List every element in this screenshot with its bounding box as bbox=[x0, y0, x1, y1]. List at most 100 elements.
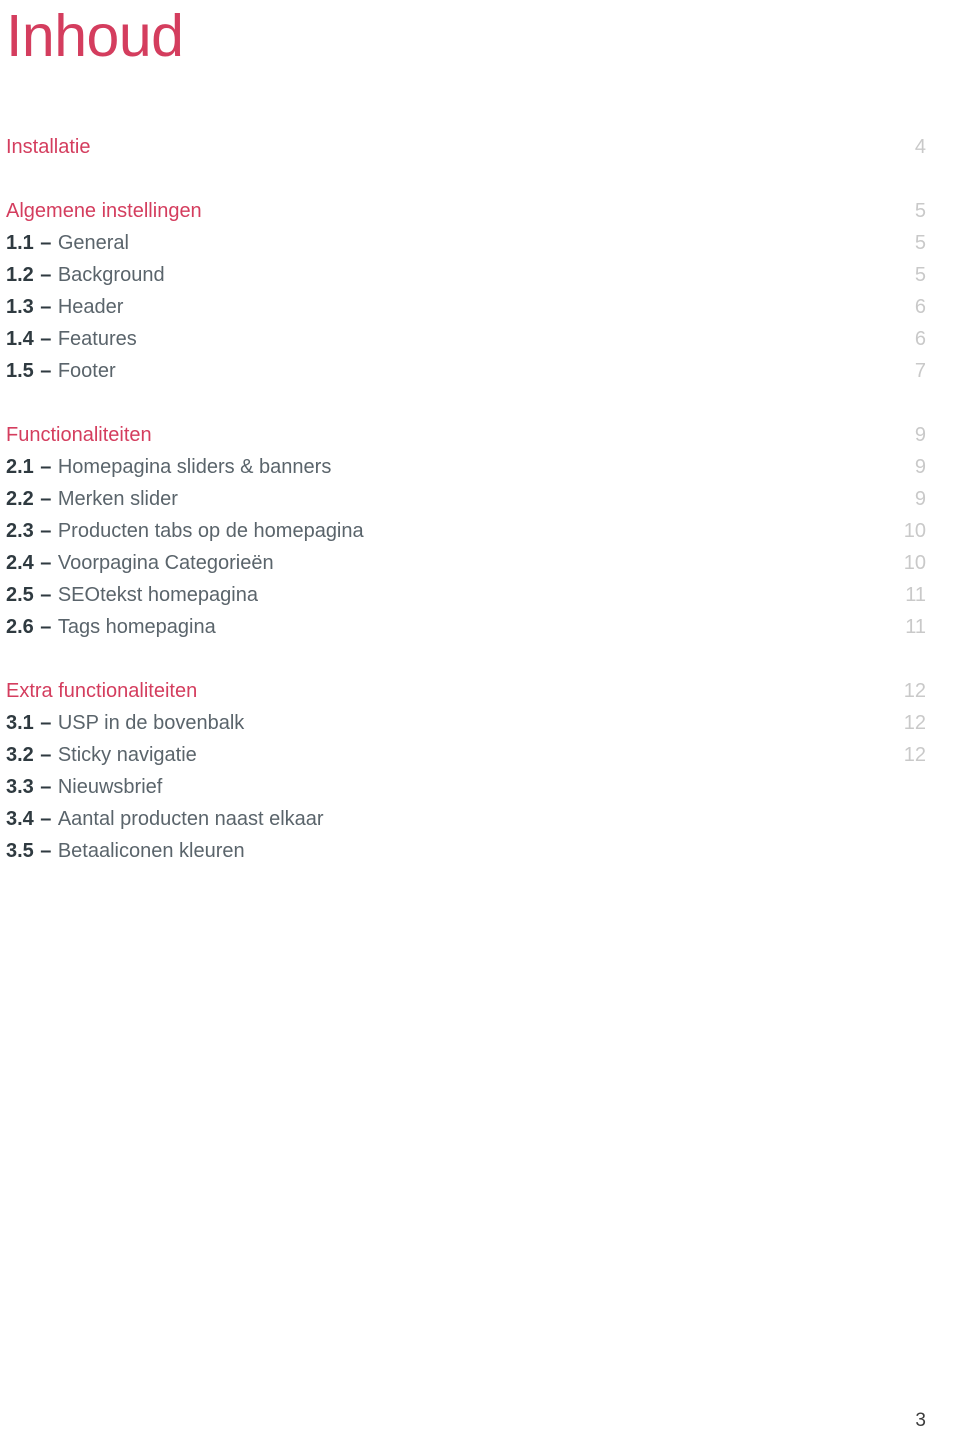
toc-entry-dash: – bbox=[40, 488, 52, 510]
toc-entry-text: 1.3 – Header bbox=[6, 296, 123, 319]
toc-entry-dash: – bbox=[40, 328, 52, 350]
toc-entry-label: Features bbox=[57, 328, 137, 350]
toc-entry-text: 3.5 – Betaaliconen kleuren bbox=[6, 840, 245, 863]
toc-page-number: 11 bbox=[905, 616, 926, 638]
toc-entry-row[interactable]: 2.1 – Homepagina sliders & banners 9 bbox=[6, 456, 926, 488]
toc-entry-number: 1.2 bbox=[6, 264, 34, 286]
toc-section-heading-row[interactable]: Installatie 4 bbox=[6, 136, 926, 168]
toc-entry-dash: – bbox=[40, 296, 52, 318]
toc-entry-dash: – bbox=[40, 232, 52, 254]
toc-entry-label: Homepagina sliders & banners bbox=[57, 456, 332, 478]
toc-entry-dash: – bbox=[40, 264, 52, 286]
toc-entry-row[interactable]: 3.3 – Nieuwsbrief bbox=[6, 776, 926, 808]
toc-entry-text: 1.5 – Footer bbox=[6, 360, 116, 383]
toc-entry-row[interactable]: 1.3 – Header 6 bbox=[6, 296, 926, 328]
toc-page-number: 9 bbox=[914, 488, 926, 510]
toc-section-heading-label: Functionaliteiten bbox=[6, 424, 152, 446]
toc-section: Extra functionaliteiten 12 3.1 – USP in de… bbox=[6, 680, 926, 872]
toc-section: Algemene instellingen 5 1.1 – General 5 1.2 … bbox=[6, 200, 926, 392]
toc-entry-row[interactable]: 2.2 – Merken slider 9 bbox=[6, 488, 926, 520]
toc-entry-text: 2.2 – Merken slider bbox=[6, 488, 178, 511]
toc-section-heading-label: Extra functionaliteiten bbox=[6, 680, 198, 702]
toc-entry-dash: – bbox=[40, 712, 52, 734]
toc-entry-text: 2.4 – Voorpagina Categorieën bbox=[6, 552, 274, 575]
toc-entry-number: 3.3 bbox=[6, 776, 34, 798]
toc-page-number: 5 bbox=[914, 200, 926, 222]
toc-page-number: 5 bbox=[914, 232, 926, 254]
toc-entry-label: General bbox=[57, 232, 129, 254]
toc-entry-label: Betaaliconen kleuren bbox=[57, 840, 245, 862]
toc-entry-text: 2.5 – SEOtekst homepagina bbox=[6, 584, 258, 607]
toc-entry-row[interactable]: 2.5 – SEOtekst homepagina 11 bbox=[6, 584, 926, 616]
toc-entry-row[interactable]: 2.6 – Tags homepagina 11 bbox=[6, 616, 926, 648]
toc-entry-text: 1.4 – Features bbox=[6, 328, 137, 351]
toc-entry-number: 3.2 bbox=[6, 744, 34, 766]
toc-page-number: 4 bbox=[914, 136, 926, 158]
toc-entry-row[interactable]: 1.4 – Features 6 bbox=[6, 328, 926, 360]
toc-section-heading-row[interactable]: Algemene instellingen 5 bbox=[6, 200, 926, 232]
toc-entry-number: 2.3 bbox=[6, 520, 34, 542]
toc-entry-number: 2.2 bbox=[6, 488, 34, 510]
toc-entry-label: Nieuwsbrief bbox=[57, 776, 163, 798]
toc-entry-dash: – bbox=[40, 808, 52, 830]
toc-page-number: 12 bbox=[903, 744, 926, 766]
toc-entry-label: Producten tabs op de homepagina bbox=[57, 520, 364, 542]
toc-entry-number: 3.1 bbox=[6, 712, 34, 734]
toc-entry-text: 2.6 – Tags homepagina bbox=[6, 616, 216, 639]
toc-entry-dash: – bbox=[40, 552, 52, 574]
toc-entry-row[interactable]: 3.4 – Aantal producten naast elkaar bbox=[6, 808, 926, 840]
toc-entry-row[interactable]: 1.5 – Footer 7 bbox=[6, 360, 926, 392]
toc-entry-label: Merken slider bbox=[57, 488, 178, 510]
toc-section-heading-row[interactable]: Extra functionaliteiten 12 bbox=[6, 680, 926, 712]
toc-entry-number: 1.4 bbox=[6, 328, 34, 350]
toc-entry-row[interactable]: 2.3 – Producten tabs op de homepagina 10 bbox=[6, 520, 926, 552]
toc-entry-row[interactable]: 3.1 – USP in de bovenbalk 12 bbox=[6, 712, 926, 744]
toc-entry-label: SEOtekst homepagina bbox=[57, 584, 258, 606]
toc-entry-number: 1.5 bbox=[6, 360, 34, 382]
toc-entry-dash: – bbox=[40, 520, 52, 542]
toc-section-heading-label: Installatie bbox=[6, 136, 91, 158]
toc-entry-text: 1.1 – General bbox=[6, 232, 129, 255]
toc-entry-text: 1.2 – Background bbox=[6, 264, 165, 287]
toc-entry-number: 2.6 bbox=[6, 616, 34, 638]
toc-entry-number: 3.4 bbox=[6, 808, 34, 830]
toc-entry-number: 2.1 bbox=[6, 456, 34, 478]
toc-entry-dash: – bbox=[40, 360, 52, 382]
toc-page-number: 7 bbox=[914, 360, 926, 382]
toc-entry-label: Sticky navigatie bbox=[57, 744, 197, 766]
toc-entry-text: 2.3 – Producten tabs op de homepagina bbox=[6, 520, 364, 543]
toc-page-number: 9 bbox=[914, 456, 926, 478]
toc-entry-row[interactable]: 1.1 – General 5 bbox=[6, 232, 926, 264]
table-of-contents: Installatie 4 Algemene instellingen 5 1.1 – … bbox=[6, 136, 926, 872]
toc-entry-label: USP in de bovenbalk bbox=[57, 712, 245, 734]
toc-entry-row[interactable]: 2.4 – Voorpagina Categorieën 10 bbox=[6, 552, 926, 584]
toc-entry-label: Tags homepagina bbox=[57, 616, 216, 638]
toc-entry-label: Background bbox=[57, 264, 165, 286]
toc-entry-row[interactable]: 1.2 – Background 5 bbox=[6, 264, 926, 296]
toc-page-number: 5 bbox=[914, 264, 926, 286]
toc-page-number: 6 bbox=[914, 296, 926, 318]
toc-page-number: 9 bbox=[914, 424, 926, 446]
toc-entry-row[interactable]: 3.5 – Betaaliconen kleuren bbox=[6, 840, 926, 872]
toc-section: Installatie 4 bbox=[6, 136, 926, 168]
toc-entry-text: 3.3 – Nieuwsbrief bbox=[6, 776, 162, 799]
toc-entry-text: 3.1 – USP in de bovenbalk bbox=[6, 712, 244, 735]
page-title: Inhoud bbox=[6, 3, 184, 69]
toc-entry-text: 2.1 – Homepagina sliders & banners bbox=[6, 456, 331, 479]
toc-entry-row[interactable]: 3.2 – Sticky navigatie 12 bbox=[6, 744, 926, 776]
toc-page-number: 12 bbox=[903, 680, 926, 702]
toc-entry-dash: – bbox=[40, 456, 52, 478]
toc-entry-label: Footer bbox=[57, 360, 116, 382]
toc-page-number: 6 bbox=[914, 328, 926, 350]
toc-page-number: 11 bbox=[905, 584, 926, 606]
toc-entry-label: Voorpagina Categorieën bbox=[57, 552, 274, 574]
toc-section-heading-label: Algemene instellingen bbox=[6, 200, 202, 222]
toc-entry-label: Aantal producten naast elkaar bbox=[57, 808, 324, 830]
toc-entry-dash: – bbox=[40, 616, 52, 638]
toc-entry-text: 3.2 – Sticky navigatie bbox=[6, 744, 197, 767]
toc-entry-text: 3.4 – Aantal producten naast elkaar bbox=[6, 808, 324, 831]
toc-section-heading-row[interactable]: Functionaliteiten 9 bbox=[6, 424, 926, 456]
page-folio-number: 3 bbox=[915, 1410, 926, 1431]
document-page: Inhoud Installatie 4 Algemene instellingen… bbox=[0, 0, 960, 1456]
toc-entry-dash: – bbox=[40, 840, 52, 862]
